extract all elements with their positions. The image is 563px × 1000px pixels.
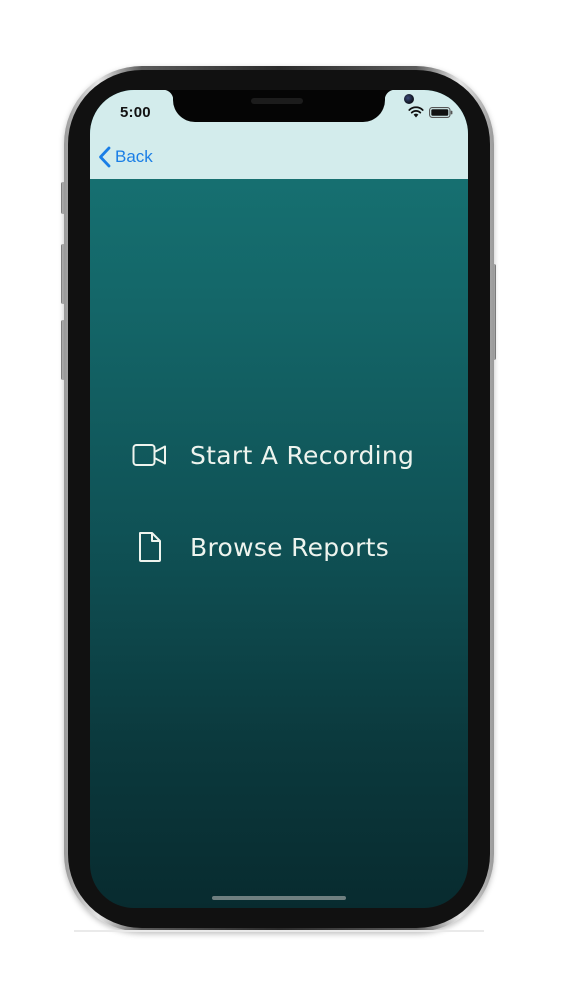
browse-reports-label: Browse Reports — [190, 532, 390, 562]
wifi-icon — [408, 106, 424, 118]
start-recording-button[interactable]: Start A Recording — [132, 439, 414, 471]
earpiece-speaker — [251, 98, 303, 104]
home-indicator[interactable] — [212, 896, 346, 900]
device-mockup: 5:00 Back Start A Recording Browse Repor… — [0, 0, 563, 1000]
video-camera-icon — [132, 439, 168, 471]
back-label: Back — [115, 147, 153, 166]
chevron-left-icon — [99, 146, 111, 168]
status-time: 5:00 — [120, 104, 151, 121]
document-icon — [132, 531, 168, 563]
front-camera — [404, 94, 414, 104]
battery-icon — [429, 107, 453, 118]
floor-shadow — [74, 930, 484, 932]
device-notch — [163, 90, 414, 122]
back-button[interactable]: Back — [98, 144, 153, 170]
app-screen: 5:00 Back Start A Recording Browse Repor… — [90, 90, 468, 908]
start-recording-label: Start A Recording — [190, 440, 415, 470]
browse-reports-button[interactable]: Browse Reports — [132, 531, 389, 563]
